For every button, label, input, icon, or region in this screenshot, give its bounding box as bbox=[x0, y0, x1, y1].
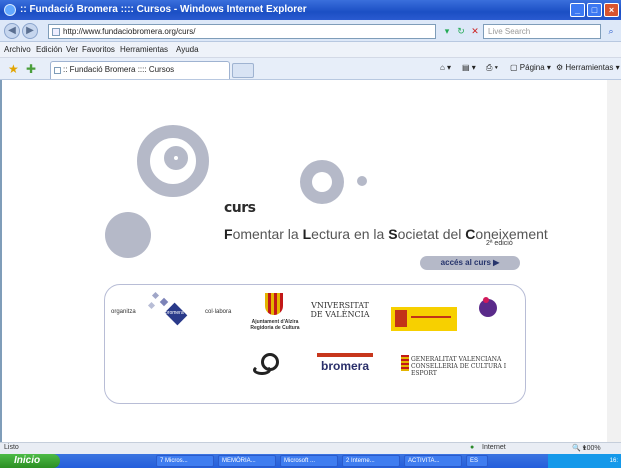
search-input[interactable]: Live Search bbox=[483, 24, 601, 39]
taskbar-button[interactable]: ACTIVITA... bbox=[404, 455, 462, 467]
collabora-label: col·labora bbox=[205, 309, 232, 315]
subtitle-part: ectura en la bbox=[311, 226, 389, 242]
subtitle-part: S bbox=[388, 226, 398, 242]
menu-herramientas[interactable]: Herramientas bbox=[120, 45, 168, 54]
title-bar: :: Fundació Bromera :::: Cursos - Window… bbox=[0, 0, 621, 20]
taskbar-button[interactable]: 2 Interne... bbox=[342, 455, 400, 467]
url-text: http://www.fundaciobromera.org/curs/ bbox=[63, 27, 196, 36]
gray-disc-shape bbox=[105, 212, 151, 258]
page-menu-label: Página bbox=[519, 63, 545, 72]
fundacio-bromera-logo[interactable]: bromera bbox=[145, 291, 191, 335]
subtitle-part: ocietat del bbox=[397, 226, 466, 242]
window-title: :: Fundació Bromera :::: Cursos - Window… bbox=[20, 4, 307, 15]
tab-current[interactable]: :: Fundació Bromera :::: Cursos bbox=[50, 61, 230, 79]
maximize-button[interactable]: □ bbox=[587, 3, 602, 17]
tools-menu[interactable]: ⚙ Herramientas ▾ bbox=[556, 63, 620, 72]
curs-logo: curs bbox=[224, 200, 256, 216]
bromera-logo[interactable]: bromera bbox=[317, 353, 373, 377]
generalitat-logo[interactable]: GENERALITAT VALENCIANA CONSELLERIA DE CU… bbox=[401, 355, 511, 379]
inner-ring-shape bbox=[164, 146, 188, 170]
url-input[interactable]: http://www.fundaciobromera.org/curs/ bbox=[48, 24, 436, 39]
subtitle-part: L bbox=[302, 226, 312, 242]
print-icon[interactable]: ⎙ ▾ bbox=[486, 63, 498, 73]
globe-icon: ● bbox=[470, 444, 475, 451]
alzira-text: Ajuntament d'Alzira Regidoria de Cultura bbox=[250, 319, 300, 331]
status-text: Listo bbox=[4, 444, 19, 451]
page-menu[interactable]: ▢ Página ▾ bbox=[510, 63, 551, 72]
language-indicator[interactable]: ES bbox=[466, 455, 488, 467]
sponsors-box: organitza col·labora bromera Ajuntament … bbox=[104, 284, 526, 404]
generalitat-text: GENERALITAT VALENCIANA CONSELLERIA DE CU… bbox=[411, 356, 507, 377]
tools-menu-label: Herramientas bbox=[565, 63, 614, 72]
search-icon[interactable]: ⌕ bbox=[604, 24, 618, 39]
taskbar-button[interactable]: MEMÒRIA... bbox=[218, 455, 276, 467]
home-icon[interactable]: ⌂ ▾ bbox=[440, 63, 451, 72]
browser-window: :: Fundació Bromera :::: Cursos - Window… bbox=[0, 0, 621, 468]
menu-ver[interactable]: Ver bbox=[66, 45, 78, 54]
new-tab-button[interactable] bbox=[232, 63, 254, 78]
taskbar-button[interactable]: Microsoft ... bbox=[280, 455, 338, 467]
fundacio-bromera-text: bromera bbox=[165, 310, 184, 316]
subtitle-part: F bbox=[224, 226, 233, 242]
uv-text: VNIVERSITAT DE VALÈNCIA bbox=[310, 301, 370, 319]
access-course-button[interactable]: accés al curs ▶ bbox=[420, 256, 520, 270]
menu-favoritos[interactable]: Favoritos bbox=[82, 45, 115, 54]
zone-text: Internet bbox=[482, 444, 506, 451]
tab-page-icon bbox=[54, 67, 61, 74]
stop-icon[interactable]: ✕ bbox=[468, 24, 482, 39]
subtitle-part: C bbox=[465, 226, 476, 242]
bromera-text: bromera bbox=[320, 359, 370, 373]
menu-edicion[interactable]: Edición bbox=[36, 45, 62, 54]
close-button[interactable]: × bbox=[604, 3, 619, 17]
status-bar: Listo ● Internet 🔍 100% ▾ bbox=[0, 442, 621, 454]
subtitle-part: omentar la bbox=[232, 226, 303, 242]
edition-label: 2ª edició bbox=[486, 240, 513, 247]
page-content: curs Fomentar la Lectura en la Societat … bbox=[0, 80, 621, 442]
taskbar-button[interactable]: 7 Micros... bbox=[156, 455, 214, 467]
medium-disc-hole bbox=[312, 172, 332, 192]
menu-archivo[interactable]: Archivo bbox=[4, 45, 31, 54]
add-favorite-icon[interactable]: ✚ bbox=[26, 62, 36, 76]
page-icon bbox=[52, 28, 60, 36]
address-bar: ◀ ▶ http://www.fundaciobromera.org/curs/… bbox=[0, 20, 621, 42]
zoom-control[interactable]: 🔍 100% ▾ bbox=[572, 444, 601, 452]
minimize-button[interactable]: _ bbox=[570, 3, 585, 17]
menu-ayuda[interactable]: Ayuda bbox=[176, 45, 199, 54]
refresh-icon[interactable]: ↻ bbox=[454, 24, 468, 39]
menu-bar: Archivo Edición Ver Favoritos Herramient… bbox=[0, 42, 621, 58]
pla-foment-logo[interactable] bbox=[473, 297, 503, 327]
small-dot-shape bbox=[357, 176, 367, 186]
universitat-valencia-logo[interactable]: VNIVERSITAT DE VALÈNCIA bbox=[309, 301, 371, 331]
deri-logo[interactable] bbox=[249, 351, 289, 381]
ie-icon bbox=[4, 4, 16, 16]
system-tray: 16: bbox=[548, 454, 621, 468]
ministerio-logo[interactable] bbox=[391, 307, 457, 331]
favorites-star-icon[interactable]: ★ bbox=[8, 62, 19, 76]
tab-label: :: Fundació Bromera :::: Cursos bbox=[63, 65, 175, 74]
alzira-logo[interactable]: Ajuntament d'Alzira Regidoria de Cultura bbox=[245, 291, 305, 341]
dropdown-icon[interactable]: ▾ bbox=[440, 24, 454, 39]
zoom-value: 100% bbox=[582, 445, 601, 452]
back-button[interactable]: ◀ bbox=[4, 23, 20, 39]
start-button[interactable]: Inicio bbox=[0, 454, 60, 468]
organitza-label: organitza bbox=[111, 309, 136, 315]
forward-button[interactable]: ▶ bbox=[22, 23, 38, 39]
feeds-icon[interactable]: ▤ ▾ bbox=[462, 63, 476, 72]
tab-bar: ★ ✚ :: Fundació Bromera :::: Cursos ⌂ ▾ … bbox=[0, 58, 621, 80]
taskbar: Inicio 7 Micros... MEMÒRIA... Microsoft … bbox=[0, 454, 621, 468]
